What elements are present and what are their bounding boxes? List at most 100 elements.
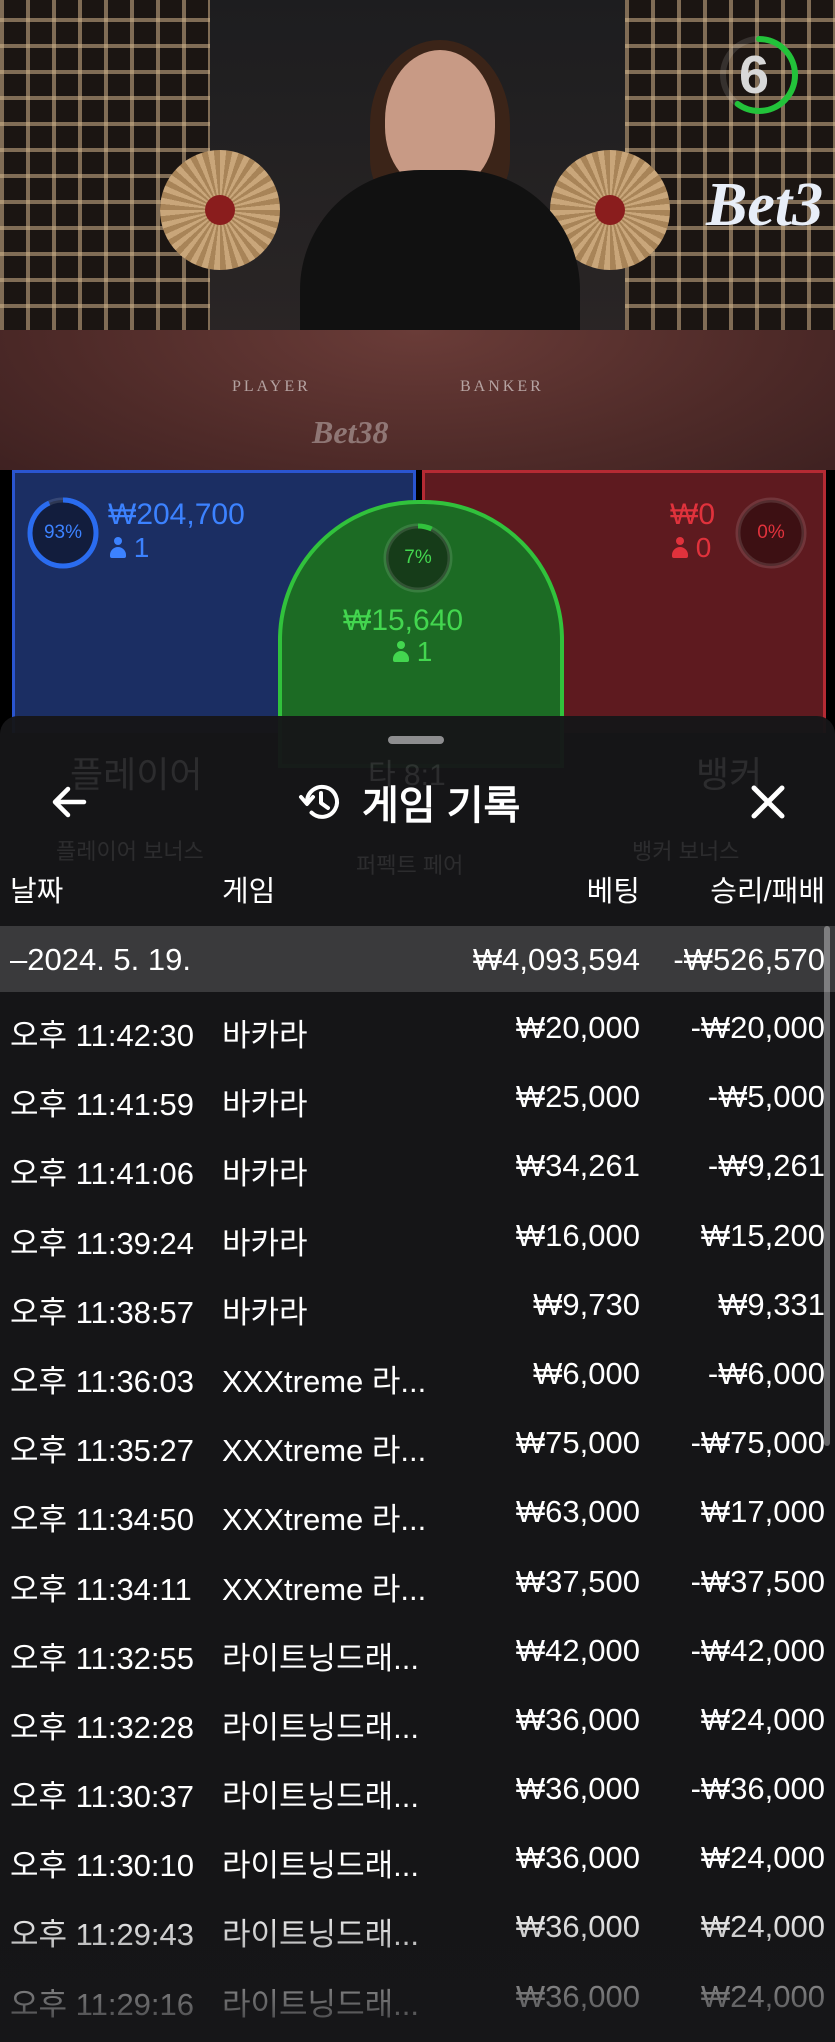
history-row[interactable]: 오후 11:41:06 바카라 ₩34,261 -₩9,261 — [0, 1132, 835, 1201]
row-winloss: -₩42,000 — [690, 1632, 825, 1668]
row-time: 오후 11:38:57 — [10, 1294, 195, 1330]
history-row[interactable]: 오후 11:29:16 라이트닝드래... ₩36,000 ₩24,000 — [0, 1963, 835, 2032]
fan-decor-left — [160, 150, 280, 270]
row-time: 오후 11:42:30 — [10, 1018, 195, 1053]
row-bet: ₩9,730 — [533, 1286, 640, 1322]
history-row[interactable]: 오후 11:42:30 바카라 ₩20,000 -₩20,000 — [0, 994, 835, 1063]
row-bet: ₩75,000 — [515, 1425, 640, 1461]
sheet-title: 게임 기록 — [362, 784, 521, 828]
history-row[interactable]: 오후 11:35:27 XXXtreme 라... ₩75,000 -₩75,000 — [0, 1409, 835, 1478]
row-bet: ₩6,000 — [533, 1355, 640, 1391]
row-game: 라이트닝드래... — [222, 1917, 419, 1953]
history-row[interactable]: 오후 11:34:50 XXXtreme 라... ₩63,000 ₩17,000 — [0, 1478, 835, 1547]
row-game: 라이트닝드래... — [222, 1848, 419, 1884]
row-winloss: ₩17,000 — [700, 1494, 825, 1530]
brand-logo-right: Bet3 — [706, 171, 824, 239]
row-bet: ₩37,500 — [515, 1563, 640, 1599]
row-bet: ₩36,000 — [515, 1840, 640, 1876]
row-game: 바카라 — [222, 1018, 308, 1053]
tie-bet-amount: ₩15,640 — [343, 604, 464, 637]
row-game: 라이트닝드래... — [222, 1779, 419, 1815]
column-date[interactable]: 날짜 — [10, 868, 63, 910]
row-winloss: -₩9,261 — [707, 1148, 825, 1184]
row-bet: ₩20,000 — [515, 1010, 640, 1045]
tie-count-value: 1 — [416, 636, 433, 667]
banker-percent: 0% — [757, 522, 785, 543]
row-time: 오후 11:32:28 — [10, 1709, 195, 1745]
row-time: 오후 11:35:27 — [10, 1433, 195, 1469]
table-felt — [0, 330, 835, 470]
history-row[interactable]: 오후 11:29:43 라이트닝드래... ₩36,000 ₩24,000 — [0, 1893, 835, 1962]
row-game: 바카라 — [222, 1225, 308, 1261]
summary-date: –2024. 5. 19. — [10, 942, 191, 977]
history-row[interactable]: 오후 11:32:55 라이트닝드래... ₩42,000 -₩42,000 — [0, 1617, 835, 1686]
row-winloss: -₩6,000 — [707, 1355, 825, 1391]
row-time: 오후 11:34:50 — [10, 1502, 195, 1538]
history-row[interactable]: 오후 11:30:10 라이트닝드래... ₩36,000 ₩24,000 — [0, 1824, 835, 1893]
summary-bet: ₩4,093,594 — [472, 942, 640, 977]
column-bet[interactable]: 베팅 — [587, 868, 640, 910]
history-clock-icon — [299, 784, 339, 819]
history-list: 오후 11:42:30 바카라 ₩20,000 -₩20,000 오후 11:41:59… — [0, 994, 835, 2032]
row-bet: ₩63,000 — [515, 1494, 640, 1530]
row-bet: ₩36,000 — [515, 1771, 640, 1807]
row-bet: ₩42,000 — [515, 1632, 640, 1668]
tie-percent: 7% — [404, 547, 432, 568]
summary-winloss: -₩526,570 — [673, 942, 825, 977]
row-winloss: -₩36,000 — [690, 1771, 825, 1807]
row-bet: ₩36,000 — [515, 1978, 640, 2014]
row-winloss: -₩37,500 — [690, 1563, 825, 1599]
ghost-player-bonus: 플레이어 보너스 — [56, 839, 204, 864]
history-row[interactable]: 오후 11:36:03 XXXtreme 라... ₩6,000 -₩6,000 — [0, 1340, 835, 1409]
back-arrow-icon[interactable] — [44, 776, 96, 828]
history-row[interactable]: 오후 11:39:24 바카라 ₩16,000 ₩15,200 — [0, 1202, 835, 1271]
felt-player-text: PLAYER — [232, 378, 311, 395]
history-row[interactable]: 오후 11:32:28 라이트닝드래... ₩36,000 ₩24,000 — [0, 1686, 835, 1755]
row-winloss: -₩20,000 — [690, 1010, 825, 1045]
tie-bettor-count: 1 — [393, 636, 432, 668]
row-winloss: ₩24,000 — [700, 1701, 825, 1737]
column-winloss[interactable]: 승리/패배 — [710, 868, 825, 910]
row-winloss: -₩5,000 — [707, 1079, 825, 1115]
game-history-sheet: 플레이어 타 8:1 뱅커 플레이어 보너스 퍼펙트 페어 뱅커 보너스 게임 … — [0, 716, 835, 2042]
row-game: 라이트닝드래... — [222, 1709, 419, 1745]
person-icon — [672, 537, 688, 559]
row-bet: ₩36,000 — [515, 1909, 640, 1945]
history-row[interactable]: 오후 11:30:37 라이트닝드래... ₩36,000 -₩36,000 — [0, 1755, 835, 1824]
felt-banker-text: BANKER — [460, 378, 544, 395]
row-time: 오후 11:30:10 — [10, 1848, 195, 1884]
row-winloss: ₩24,000 — [700, 1909, 825, 1945]
player-percent: 93% — [43, 522, 83, 543]
row-time: 오후 11:30:37 — [10, 1779, 195, 1815]
row-game: 라이트닝드래... — [222, 1640, 419, 1676]
row-winloss: ₩9,331 — [718, 1286, 825, 1322]
table-watermark: Bet38 — [312, 414, 389, 450]
banker-bet-amount: ₩0 — [670, 498, 715, 531]
history-row[interactable]: 오후 11:34:11 XXXtreme 라... ₩37,500 -₩37,500 — [0, 1548, 835, 1617]
row-game: XXXtreme 라... — [222, 1502, 427, 1538]
date-summary-row[interactable]: –2024. 5. 19. ₩4,093,594 -₩526,570 — [0, 926, 835, 992]
row-time: 오후 11:41:06 — [10, 1156, 195, 1192]
row-winloss: ₩24,000 — [700, 1840, 825, 1876]
row-time: 오후 11:39:24 — [10, 1225, 195, 1261]
sheet-drag-handle[interactable] — [388, 736, 444, 744]
history-row[interactable]: 오후 11:38:57 바카라 ₩9,730 ₩9,331 — [0, 1271, 835, 1340]
history-table-header: 날짜 게임 베팅 승리/패배 — [0, 868, 835, 918]
row-game: 바카라 — [222, 1156, 308, 1192]
history-scrollbar[interactable] — [824, 926, 830, 1446]
banker-bettor-count: 0 — [672, 532, 711, 564]
row-bet: ₩16,000 — [515, 1217, 640, 1253]
sheet-header: 게임 기록 — [298, 770, 520, 834]
player-bettor-count: 1 — [110, 532, 149, 564]
history-row[interactable]: 오후 11:41:59 바카라 ₩25,000 -₩5,000 — [0, 1063, 835, 1132]
player-bet-amount: ₩204,700 — [108, 498, 245, 531]
row-time: 오후 11:29:16 — [10, 1986, 195, 2022]
live-video: PLAYER BANKER Bet38 Bet3 6 — [0, 0, 835, 470]
dealer-face — [385, 50, 495, 190]
row-time: 오후 11:41:59 — [10, 1087, 195, 1123]
close-icon[interactable] — [742, 776, 794, 828]
row-winloss: ₩15,200 — [700, 1217, 825, 1253]
row-time: 오후 11:29:43 — [10, 1917, 195, 1953]
column-game[interactable]: 게임 — [222, 868, 275, 910]
row-game: 바카라 — [222, 1087, 308, 1123]
